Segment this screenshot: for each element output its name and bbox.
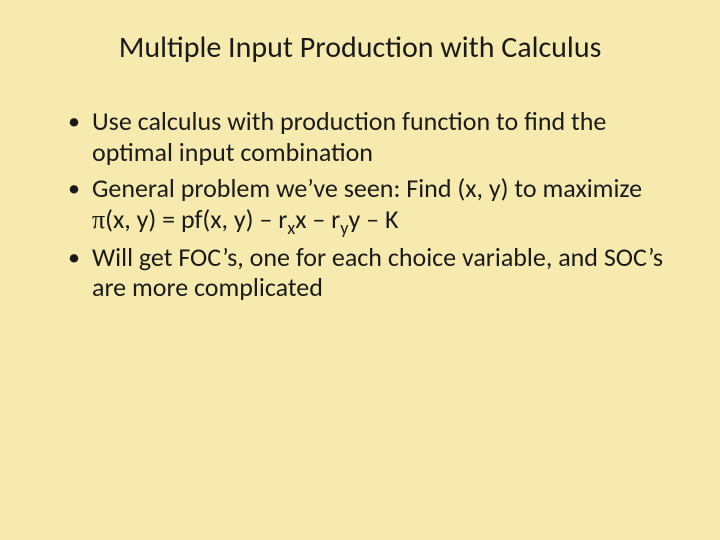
bullet-text-suffix: y – K	[348, 203, 398, 235]
bullet-text-mid: x – r	[295, 203, 340, 235]
bullet-text-mid: (x, y) = pf(x, y) – r	[105, 203, 287, 235]
bullet-text: Use calculus with production function to…	[92, 105, 606, 168]
bullet-item: General problem we’ve seen: Find (x, y) …	[72, 173, 670, 235]
slide: Multiple Input Production with Calculus …	[0, 0, 720, 540]
pi-symbol: π	[92, 205, 105, 234]
bullet-item: Use calculus with production function to…	[72, 106, 670, 167]
bullet-list: Use calculus with production function to…	[50, 106, 670, 303]
bullet-text-prefix: General problem we’ve seen: Find (x, y) …	[92, 172, 642, 204]
bullet-item: Will get FOC’s, one for each choice vari…	[72, 242, 670, 303]
bullet-text: Will get FOC’s, one for each choice vari…	[92, 241, 663, 304]
slide-title: Multiple Input Production with Calculus	[50, 30, 670, 66]
